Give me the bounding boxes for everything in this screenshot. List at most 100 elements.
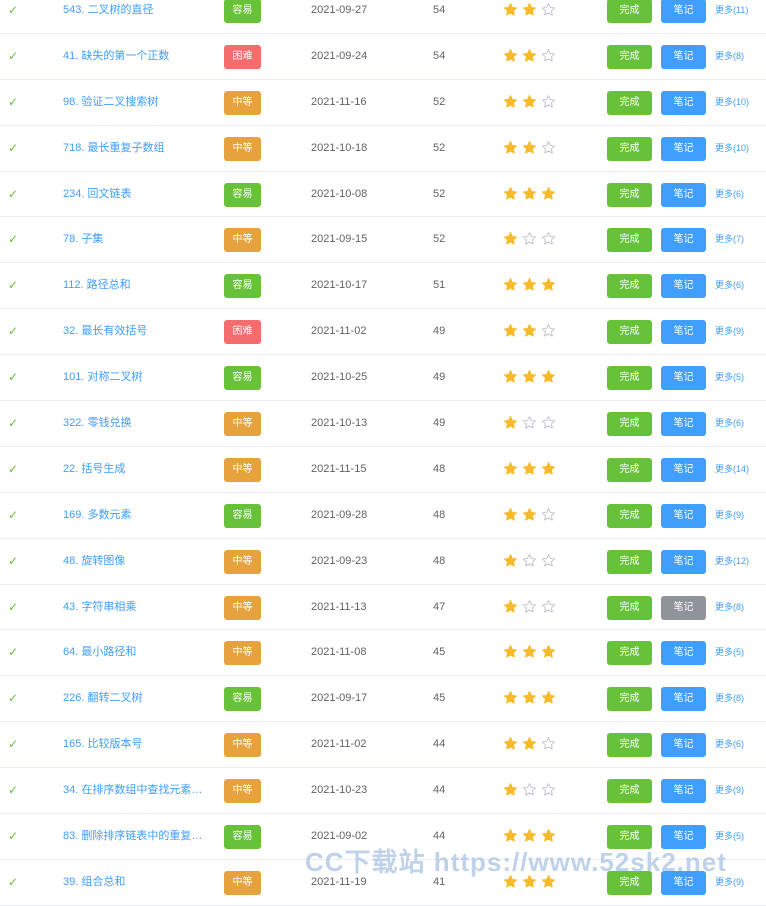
done-button[interactable]: 完成 xyxy=(607,366,652,391)
star-empty-icon[interactable] xyxy=(541,48,556,63)
star-filled-icon[interactable] xyxy=(522,369,537,384)
more-link[interactable]: 更多(10) xyxy=(715,138,749,158)
star-filled-icon[interactable] xyxy=(522,2,537,17)
star-rating[interactable] xyxy=(503,550,556,572)
star-filled-icon[interactable] xyxy=(503,2,518,17)
problem-title-link[interactable]: 48. 旋转图像 xyxy=(63,551,211,571)
star-empty-icon[interactable] xyxy=(541,323,556,338)
note-button[interactable]: 笔记 xyxy=(661,733,706,758)
problem-title-link[interactable]: 32. 最长有效括号 xyxy=(63,321,211,341)
note-button[interactable]: 笔记 xyxy=(661,136,706,161)
note-button[interactable]: 笔记 xyxy=(661,825,706,850)
done-button[interactable]: 完成 xyxy=(607,228,652,253)
star-rating[interactable] xyxy=(503,596,556,618)
star-filled-icon[interactable] xyxy=(522,323,537,338)
done-button[interactable]: 完成 xyxy=(607,320,652,345)
done-button[interactable]: 完成 xyxy=(607,274,652,299)
star-filled-icon[interactable] xyxy=(522,690,537,705)
more-link[interactable]: 更多(11) xyxy=(715,0,748,20)
more-link[interactable]: 更多(8) xyxy=(715,688,744,708)
star-empty-icon[interactable] xyxy=(541,2,556,17)
done-button[interactable]: 完成 xyxy=(607,825,652,850)
more-link[interactable]: 更多(9) xyxy=(715,505,744,525)
star-filled-icon[interactable] xyxy=(503,736,518,751)
star-rating[interactable] xyxy=(503,228,556,250)
note-button[interactable]: 笔记 xyxy=(661,503,706,528)
note-button[interactable]: 笔记 xyxy=(661,228,706,253)
star-filled-icon[interactable] xyxy=(541,874,556,889)
star-filled-icon[interactable] xyxy=(503,461,518,476)
problem-title-link[interactable]: 34. 在排序数组中查找元素… xyxy=(63,780,211,800)
star-filled-icon[interactable] xyxy=(503,874,518,889)
star-empty-icon[interactable] xyxy=(541,140,556,155)
done-button[interactable]: 完成 xyxy=(607,0,652,23)
done-button[interactable]: 完成 xyxy=(607,733,652,758)
star-rating[interactable] xyxy=(503,504,556,526)
star-filled-icon[interactable] xyxy=(503,415,518,430)
star-rating[interactable] xyxy=(503,687,556,709)
note-button[interactable]: 笔记 xyxy=(661,457,706,482)
star-filled-icon[interactable] xyxy=(541,277,556,292)
problem-title-link[interactable]: 64. 最小路径和 xyxy=(63,642,211,662)
note-button[interactable]: 笔记 xyxy=(661,0,706,23)
more-link[interactable]: 更多(5) xyxy=(715,642,744,662)
star-filled-icon[interactable] xyxy=(503,599,518,614)
more-link[interactable]: 更多(5) xyxy=(715,367,744,387)
problem-title-link[interactable]: 41. 缺失的第一个正数 xyxy=(63,46,211,66)
more-link[interactable]: 更多(6) xyxy=(715,275,744,295)
star-filled-icon[interactable] xyxy=(522,277,537,292)
star-filled-icon[interactable] xyxy=(522,874,537,889)
star-filled-icon[interactable] xyxy=(503,690,518,705)
done-button[interactable]: 完成 xyxy=(607,412,652,437)
star-empty-icon[interactable] xyxy=(541,736,556,751)
star-filled-icon[interactable] xyxy=(503,828,518,843)
note-button[interactable]: 笔记 xyxy=(661,595,706,620)
star-rating[interactable] xyxy=(503,871,556,893)
done-button[interactable]: 完成 xyxy=(607,870,652,895)
more-link[interactable]: 更多(14) xyxy=(715,459,749,479)
more-link[interactable]: 更多(9) xyxy=(715,321,744,341)
more-link[interactable]: 更多(5) xyxy=(715,826,744,846)
star-filled-icon[interactable] xyxy=(503,553,518,568)
star-filled-icon[interactable] xyxy=(503,48,518,63)
problem-title-link[interactable]: 83. 删除排序链表中的重复… xyxy=(63,826,211,846)
star-filled-icon[interactable] xyxy=(522,461,537,476)
star-empty-icon[interactable] xyxy=(522,553,537,568)
star-rating[interactable] xyxy=(503,320,556,342)
more-link[interactable]: 更多(7) xyxy=(715,229,744,249)
more-link[interactable]: 更多(9) xyxy=(715,780,744,800)
star-filled-icon[interactable] xyxy=(541,644,556,659)
star-filled-icon[interactable] xyxy=(522,186,537,201)
done-button[interactable]: 完成 xyxy=(607,90,652,115)
star-filled-icon[interactable] xyxy=(541,828,556,843)
star-filled-icon[interactable] xyxy=(503,140,518,155)
more-link[interactable]: 更多(6) xyxy=(715,734,744,754)
problem-title-link[interactable]: 165. 比较版本号 xyxy=(63,734,211,754)
star-empty-icon[interactable] xyxy=(541,782,556,797)
done-button[interactable]: 完成 xyxy=(607,687,652,712)
star-filled-icon[interactable] xyxy=(541,186,556,201)
star-rating[interactable] xyxy=(503,183,556,205)
star-filled-icon[interactable] xyxy=(522,48,537,63)
more-link[interactable]: 更多(9) xyxy=(715,872,744,892)
star-empty-icon[interactable] xyxy=(541,507,556,522)
problem-title-link[interactable]: 78. 子集 xyxy=(63,229,211,249)
star-rating[interactable] xyxy=(503,641,556,663)
star-filled-icon[interactable] xyxy=(522,644,537,659)
star-rating[interactable] xyxy=(503,412,556,434)
done-button[interactable]: 完成 xyxy=(607,549,652,574)
more-link[interactable]: 更多(6) xyxy=(715,413,744,433)
star-empty-icon[interactable] xyxy=(522,599,537,614)
star-filled-icon[interactable] xyxy=(541,369,556,384)
note-button[interactable]: 笔记 xyxy=(661,320,706,345)
star-rating[interactable] xyxy=(503,274,556,296)
note-button[interactable]: 笔记 xyxy=(661,412,706,437)
note-button[interactable]: 笔记 xyxy=(661,641,706,666)
more-link[interactable]: 更多(12) xyxy=(715,551,749,571)
problem-title-link[interactable]: 226. 翻转二叉树 xyxy=(63,688,211,708)
done-button[interactable]: 完成 xyxy=(607,136,652,161)
note-button[interactable]: 笔记 xyxy=(661,779,706,804)
problem-title-link[interactable]: 39. 组合总和 xyxy=(63,872,211,892)
star-filled-icon[interactable] xyxy=(522,94,537,109)
problem-title-link[interactable]: 234. 回文链表 xyxy=(63,184,211,204)
